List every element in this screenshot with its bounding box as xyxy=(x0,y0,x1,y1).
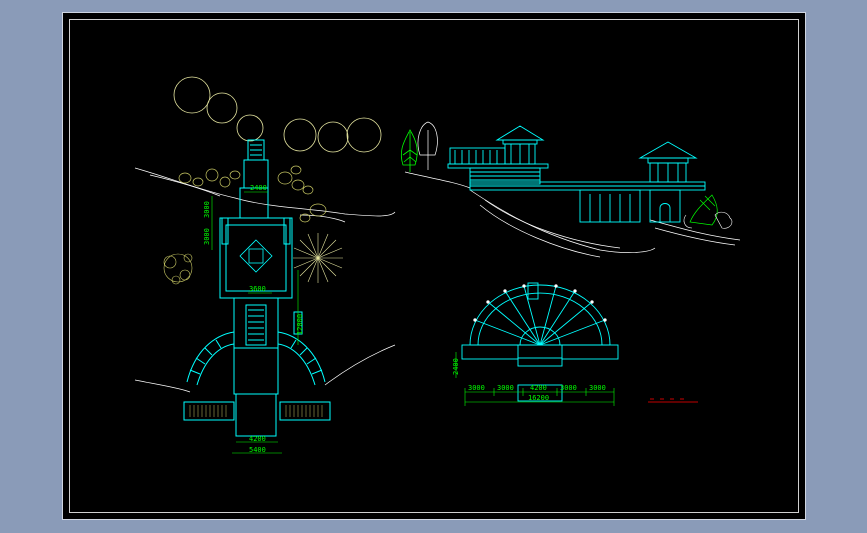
elevation-tree-white xyxy=(417,121,438,170)
right-pavilion xyxy=(638,141,698,183)
arc-dim-total: 16200 xyxy=(528,394,549,402)
cad-drawing: 2400 3000 3000 3600 12000 4200 5400 2400… xyxy=(134,76,741,454)
dim-side-a: 3000 xyxy=(203,201,211,218)
arc-dim-seg2: 3000 xyxy=(497,384,514,392)
dim-side-b: 3000 xyxy=(203,228,211,245)
bottom-steps xyxy=(183,401,331,421)
dim-bottom-inner: 4200 xyxy=(249,435,266,443)
palm-plant xyxy=(293,233,343,283)
dim-top-width: 2400 xyxy=(250,184,267,192)
elevation-view xyxy=(400,121,741,258)
title-marker xyxy=(648,398,698,403)
left-pavilion xyxy=(447,125,549,185)
arc-plan-view: 2400 3000 3000 4200 3000 3000 16200 xyxy=(452,282,698,406)
arc-dim-seg4: 3000 xyxy=(560,384,577,392)
arc-dim-center: 4200 xyxy=(530,384,547,392)
dim-bottom-outer: 5400 xyxy=(249,446,266,454)
left-plan-view: 2400 3000 3000 3600 12000 4200 5400 xyxy=(134,76,396,454)
dim-side-c: 12000 xyxy=(296,314,304,335)
elevation-tree-green xyxy=(400,129,418,172)
arc-dim-height: 2400 xyxy=(452,358,460,375)
arc-dim-seg5: 3000 xyxy=(589,384,606,392)
arc-dim-seg1: 3000 xyxy=(468,384,485,392)
shrub-left xyxy=(163,253,193,285)
rock-cluster xyxy=(178,165,327,223)
elevation-shrubs xyxy=(689,194,718,226)
tree-canopies-top xyxy=(173,76,382,153)
main-building-elevation xyxy=(469,181,706,223)
dim-mid-width: 3600 xyxy=(249,285,266,293)
